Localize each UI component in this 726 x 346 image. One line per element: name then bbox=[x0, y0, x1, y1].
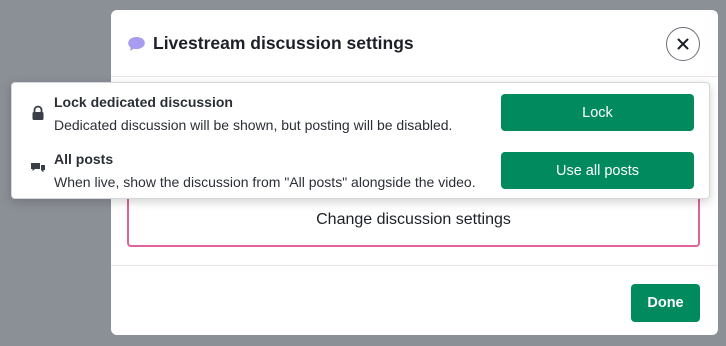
option-description: When live, show the discussion from "All… bbox=[54, 174, 476, 190]
modal-footer: Done bbox=[111, 265, 718, 335]
option-title: Lock dedicated discussion bbox=[54, 94, 233, 110]
use-all-posts-button[interactable]: Use all posts bbox=[501, 152, 694, 189]
change-discussion-settings-button[interactable]: Change discussion settings bbox=[127, 195, 700, 247]
lock-button[interactable]: Lock bbox=[501, 94, 694, 131]
option-title: All posts bbox=[54, 151, 114, 167]
done-button[interactable]: Done bbox=[631, 284, 700, 322]
chat-bubbles-icon bbox=[31, 163, 45, 173]
option-lock-discussion: Lock dedicated discussion Dedicated disc… bbox=[12, 83, 711, 141]
option-all-posts: All posts When live, show the discussion… bbox=[12, 141, 711, 199]
change-discussion-settings-label: Change discussion settings bbox=[316, 211, 511, 228]
lock-icon bbox=[32, 105, 44, 120]
close-icon bbox=[677, 38, 689, 50]
discussion-options-popover: Lock dedicated discussion Dedicated disc… bbox=[11, 82, 710, 199]
modal-header: Livestream discussion settings bbox=[111, 10, 718, 77]
close-button[interactable] bbox=[666, 27, 700, 61]
modal-title: Livestream discussion settings bbox=[153, 33, 414, 53]
option-description: Dedicated discussion will be shown, but … bbox=[54, 117, 453, 133]
speech-bubble-icon bbox=[128, 37, 145, 51]
